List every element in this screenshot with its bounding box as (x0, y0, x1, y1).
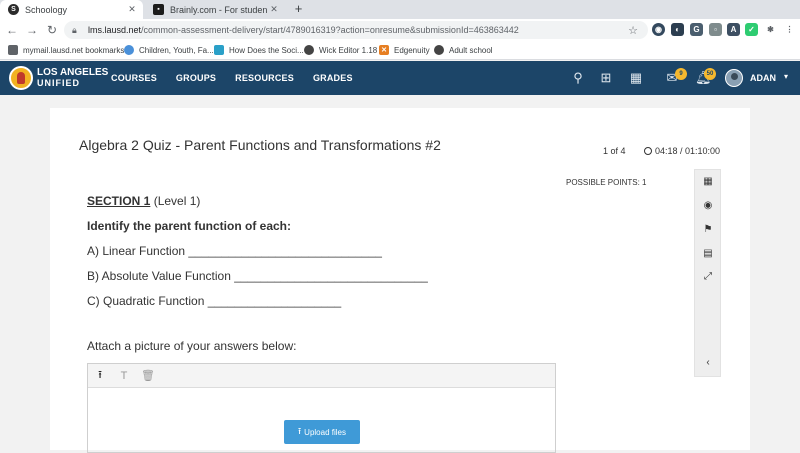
extension-g-icon[interactable]: G (690, 23, 703, 36)
close-tab-icon[interactable]: ✕ (125, 4, 139, 15)
upload-files-label: Upload files (304, 427, 346, 437)
bookmark-label: How Does the Soci... (229, 45, 304, 55)
url-host: lms.lausd.net (88, 25, 142, 35)
bookmark-item[interactable]: How Does the Soci... (214, 45, 304, 55)
question-page-count[interactable]: 1 of 4 (603, 146, 626, 156)
chevron-left-icon[interactable]: ‹ (701, 356, 715, 370)
notifications-badge: 50 (704, 68, 716, 80)
new-tab-button[interactable]: + (291, 2, 306, 17)
username[interactable]: ADAN (750, 73, 776, 83)
nav-grades[interactable]: GRADES (313, 73, 353, 83)
calendar-icon[interactable]: ▦ (628, 70, 644, 86)
tab-title: Schoology (25, 4, 68, 15)
logo-line-2: UNIFIED (37, 78, 80, 88)
extensions-puzzle-icon[interactable]: ✱ (764, 23, 777, 36)
section-label: SECTION 1 (87, 194, 151, 208)
calendar-icon[interactable]: ▦ (701, 175, 715, 189)
bookmark-label: Wick Editor 1.18 (319, 45, 378, 55)
lausd-logo-icon[interactable] (9, 66, 33, 90)
browser-toolbar: ← → ↻ 🔒︎ lms.lausd.net/common-assessment… (0, 19, 800, 41)
edgenuity-icon: ✕ (379, 45, 389, 55)
main-nav: COURSES GROUPS RESOURCES GRADES (111, 61, 372, 95)
nav-resources[interactable]: RESOURCES (235, 73, 294, 83)
nav-groups[interactable]: GROUPS (176, 73, 216, 83)
question-instruction: Identify the parent function of each: (87, 219, 292, 233)
extension-pocket-icon[interactable]: ◐ (671, 23, 684, 36)
forward-icon[interactable]: → (24, 22, 40, 38)
timer: 04:18 / 01:10:00 (644, 146, 720, 156)
bookmark-label: mymail.lausd.net bookmarks (23, 45, 125, 55)
site-logo-text[interactable]: LOS ANGELES UNIFIED (37, 67, 109, 89)
file-upload-area: ⭱ T 🗑︎ ⭱ Upload files (87, 363, 556, 453)
text-icon[interactable]: T (112, 370, 136, 382)
question-item-c: C) Quadratic Function __________________… (87, 294, 342, 308)
flag-icon[interactable]: ⚑ (701, 223, 715, 237)
schoology-favicon-icon: S (8, 4, 19, 15)
bookmark-label: Children, Youth, Fa... (139, 45, 214, 55)
brainly-favicon-icon: ▪ (153, 4, 164, 15)
messages-badge: 9 (675, 68, 687, 80)
close-tab-icon[interactable]: ✕ (267, 4, 281, 15)
bookmark-item[interactable]: Children, Youth, Fa... (124, 45, 214, 55)
folder-icon (8, 45, 18, 55)
calculator-icon[interactable]: ▤ (701, 247, 715, 261)
upload-files-button[interactable]: ⭱ Upload files (284, 420, 360, 444)
extension-box-icon[interactable]: ▫ (709, 23, 722, 36)
menu-kebab-icon[interactable]: ⋮ (783, 23, 796, 36)
bookmark-label: Edgenuity (394, 45, 430, 55)
trash-icon[interactable]: 🗑︎ (136, 369, 160, 382)
globe-icon (124, 45, 134, 55)
tab-title: Brainly.com - For students. By st (170, 4, 267, 15)
quiz-title: Algebra 2 Quiz - Parent Functions and Tr… (79, 137, 441, 153)
browser-tab-strip: S Schoology ✕ ▪ Brainly.com - For studen… (0, 0, 800, 19)
upload-icon: ⭱ (298, 426, 302, 436)
url-path: /common-assessment-delivery/start/478901… (141, 25, 519, 35)
bookmark-item[interactable]: Wick Editor 1.18 (304, 45, 377, 55)
extension-shield-icon[interactable]: ◉ (652, 23, 665, 36)
site-header: LOS ANGELES UNIFIED COURSES GROUPS RESOU… (0, 61, 800, 95)
question-item-a: A) Linear Function _____________________… (87, 244, 382, 258)
bookmark-item[interactable]: ✕ Edgenuity (379, 45, 430, 55)
expand-icon[interactable]: ⤢ (701, 270, 715, 284)
question-item-b: B) Absolute Value Function _____________… (87, 269, 428, 283)
globe-icon (434, 45, 444, 55)
search-icon[interactable]: ⚲ (570, 70, 586, 86)
back-icon[interactable]: ← (4, 22, 20, 38)
bookmark-item[interactable]: mymail.lausd.net bookmarks (8, 45, 124, 55)
extension-check-icon[interactable]: ✓ (745, 23, 758, 36)
bookmark-star-icon[interactable]: ☆ (628, 24, 638, 37)
extension-text-icon[interactable]: A (727, 23, 740, 36)
tab-schoology[interactable]: S Schoology ✕ (0, 0, 143, 19)
wick-icon (304, 45, 314, 55)
upload-toolbar: ⭱ T 🗑︎ (88, 364, 555, 388)
clock-icon (644, 147, 652, 155)
section-level: (Level 1) (150, 194, 201, 208)
chevron-down-icon[interactable]: ▾ (784, 72, 788, 81)
lock-icon: 🔒︎ (72, 24, 77, 35)
bookmark-label: Adult school (449, 45, 493, 55)
attach-label: Attach a picture of your answers below: (87, 339, 297, 353)
bookmark-item[interactable]: Adult school (434, 45, 493, 55)
info-circle-icon[interactable]: ◉ (701, 199, 715, 213)
apps-grid-icon[interactable]: ⊞ (598, 70, 614, 86)
timer-value: 04:18 / 01:10:00 (655, 146, 721, 156)
reload-icon[interactable]: ↻ (44, 22, 60, 38)
address-bar[interactable]: 🔒︎ lms.lausd.net/common-assessment-deliv… (64, 21, 648, 39)
logo-line-1: LOS ANGELES (37, 67, 109, 78)
tab-brainly[interactable]: ▪ Brainly.com - For students. By st ✕ (145, 0, 285, 19)
possible-points: POSSIBLE POINTS: 1 (566, 178, 647, 187)
assessment-card: Algebra 2 Quiz - Parent Functions and Tr… (50, 108, 750, 453)
avatar[interactable] (725, 69, 743, 87)
brain-icon (214, 45, 224, 55)
bookmarks-bar: mymail.lausd.net bookmarks Children, You… (0, 41, 800, 60)
section-heading: SECTION 1 (Level 1) (87, 194, 200, 208)
tool-rail: ▦ ◉ ⚑ ▤ ⤢ ‹ (694, 169, 721, 377)
nav-courses[interactable]: COURSES (111, 73, 157, 83)
upload-arrow-icon[interactable]: ⭱ (88, 366, 112, 385)
